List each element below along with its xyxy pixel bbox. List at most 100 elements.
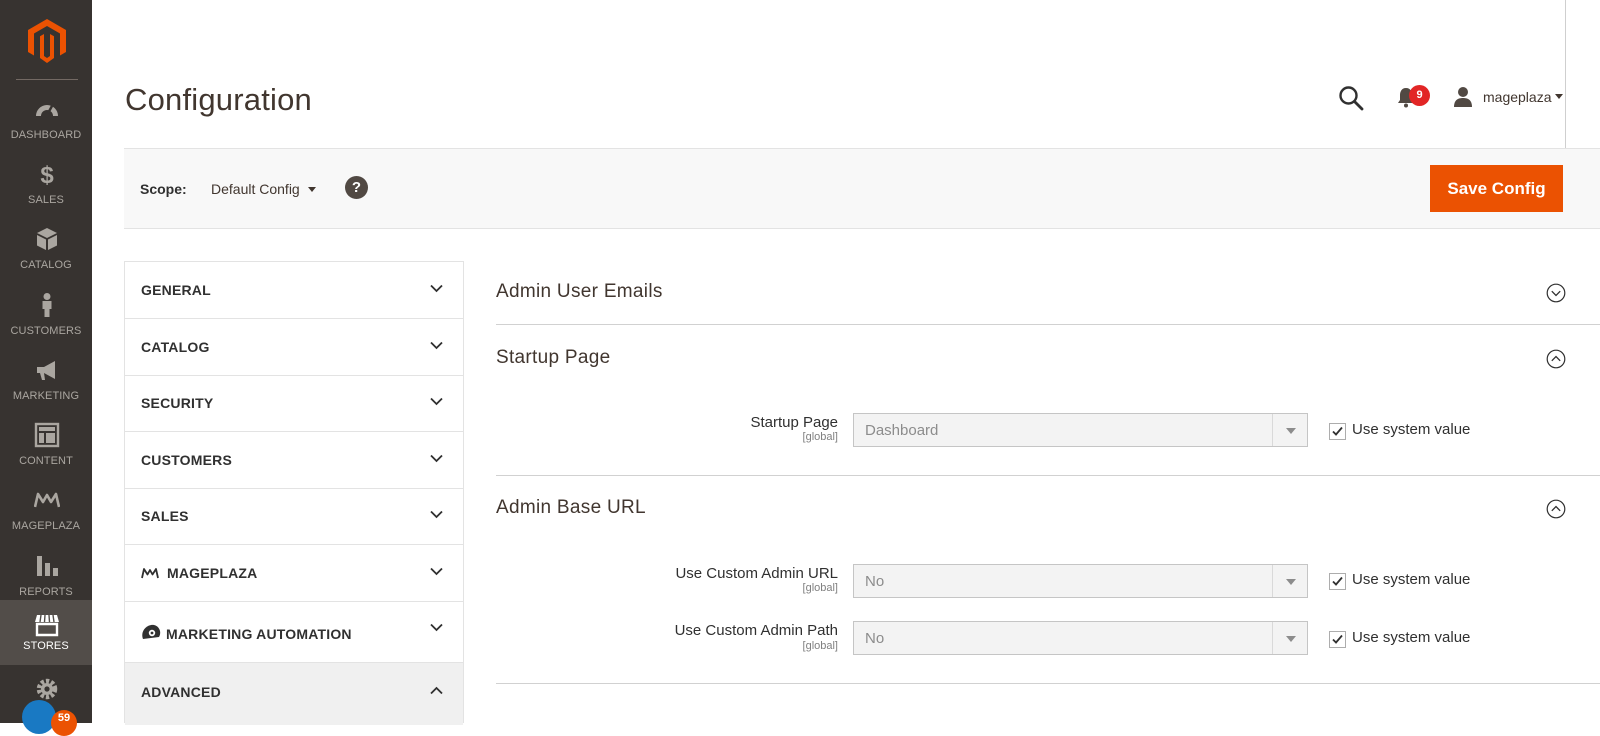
menu-item-label: CATALOG — [20, 259, 72, 271]
startup-page-select[interactable]: Dashboard — [853, 413, 1308, 447]
layout-icon — [34, 422, 60, 448]
field-label-startup-page: Startup Page — [750, 414, 838, 431]
mageplaza-icon — [34, 492, 60, 508]
chevron-down-icon — [1286, 636, 1296, 642]
nav-item-label: ADVANCED — [141, 684, 221, 700]
menu-item-label: MARKETING — [12, 390, 80, 402]
notification-count-badge[interactable]: 9 — [1409, 85, 1430, 106]
select-divider — [1272, 622, 1273, 654]
section-admin-base-url[interactable]: Admin Base URL — [496, 496, 1600, 526]
section-divider — [496, 324, 1600, 325]
user-name[interactable]: mageplaza — [1483, 89, 1552, 105]
user-icon[interactable] — [1452, 86, 1474, 108]
section-title: Admin Base URL — [496, 497, 646, 518]
menu-item-sales[interactable]: $ SALES — [0, 155, 92, 221]
chevron-down-icon — [430, 397, 443, 406]
section-startup-page[interactable]: Startup Page — [496, 346, 1600, 376]
chevron-down-circle-icon[interactable] — [1546, 283, 1566, 303]
menu-item-label: CUSTOMERS — [10, 325, 82, 337]
chevron-up-circle-icon[interactable] — [1546, 349, 1566, 369]
chevron-down-icon[interactable] — [308, 187, 316, 192]
nav-item-label: MARKETING AUTOMATION — [166, 626, 352, 642]
section-divider — [496, 683, 1600, 684]
custom-admin-url-system-value-checkbox[interactable] — [1329, 573, 1346, 590]
menu-item-label: SALES — [28, 194, 64, 206]
field-label-custom-admin-path: Use Custom Admin Path — [674, 622, 838, 639]
chevron-down-icon — [430, 284, 443, 293]
scope-label: Scope: — [140, 181, 187, 197]
magento-logo-icon[interactable] — [27, 18, 67, 64]
system-messages-indicator[interactable] — [22, 700, 56, 734]
nav-item-advanced[interactable]: ADVANCED — [125, 663, 463, 725]
search-icon[interactable] — [1338, 85, 1364, 111]
chevron-down-icon — [430, 454, 443, 463]
system-badge[interactable]: 59 — [51, 710, 77, 736]
section-title: Admin User Emails — [496, 281, 663, 302]
menu-item-marketing[interactable]: MARKETING — [0, 351, 92, 417]
menu-item-customers[interactable]: CUSTOMERS — [0, 286, 92, 352]
nav-item-mageplaza[interactable]: MAGEPLAZA — [125, 545, 463, 602]
nav-item-customers[interactable]: CUSTOMERS — [125, 432, 463, 489]
save-config-button[interactable]: Save Config — [1430, 165, 1563, 212]
section-admin-user-emails[interactable]: Admin User Emails — [496, 280, 1600, 310]
store-icon — [35, 614, 59, 637]
marketing-automation-icon — [142, 624, 161, 639]
gear-icon[interactable] — [34, 676, 60, 702]
select-value: Dashboard — [865, 422, 939, 439]
section-divider — [496, 475, 1600, 476]
nav-item-marketing-automation[interactable]: MARKETING AUTOMATION — [125, 601, 463, 663]
menu-item-label: MAGEPLAZA — [11, 520, 81, 532]
person-icon — [42, 293, 52, 317]
nav-item-sales[interactable]: SALES — [125, 488, 463, 545]
nav-item-general[interactable]: GENERAL — [125, 262, 463, 319]
menu-item-dashboard[interactable]: DASHBOARD — [0, 90, 92, 156]
page-title: Configuration — [125, 82, 312, 117]
startup-page-system-value-label[interactable]: Use system value — [1352, 421, 1470, 438]
chevron-down-icon — [430, 341, 443, 350]
menu-item-label: STORES — [23, 640, 69, 652]
checkmark-icon — [1332, 426, 1343, 436]
select-divider — [1272, 565, 1273, 597]
nav-item-label: SALES — [141, 508, 189, 524]
custom-admin-url-select[interactable]: No — [853, 564, 1308, 598]
select-value: No — [865, 630, 885, 647]
chevron-down-icon — [1286, 428, 1296, 434]
chevron-down-icon — [1286, 579, 1296, 585]
nav-item-catalog[interactable]: CATALOG — [125, 319, 463, 376]
menu-item-catalog[interactable]: CATALOG — [0, 220, 92, 286]
menu-item-stores[interactable]: STORES — [0, 600, 92, 665]
nav-item-label: CATALOG — [141, 339, 210, 355]
menu-item-mageplaza[interactable]: MAGEPLAZA — [0, 481, 92, 547]
startup-page-system-value-checkbox[interactable] — [1329, 423, 1346, 440]
chevron-down-icon[interactable] — [1555, 94, 1563, 99]
field-label-custom-admin-url: Use Custom Admin URL — [675, 565, 838, 582]
menu-item-content[interactable]: CONTENT — [0, 416, 92, 482]
chevron-up-circle-icon[interactable] — [1546, 499, 1566, 519]
bar-chart-icon — [37, 556, 58, 576]
custom-admin-path-select[interactable]: No — [853, 621, 1308, 655]
custom-admin-path-system-value-checkbox[interactable] — [1329, 631, 1346, 648]
help-icon[interactable]: ? — [345, 176, 368, 199]
nav-item-label: SECURITY — [141, 395, 214, 411]
config-sidebar: GENERAL CATALOG SECURITY CUSTOMERS SALES… — [124, 261, 464, 725]
chevron-down-icon — [430, 623, 443, 632]
custom-admin-path-system-value-label[interactable]: Use system value — [1352, 629, 1470, 646]
nav-item-label: CUSTOMERS — [141, 452, 232, 468]
checkmark-icon — [1332, 634, 1343, 644]
chevron-up-icon — [430, 686, 443, 695]
menu-separator — [16, 79, 78, 80]
menu-item-label: DASHBOARD — [10, 129, 82, 141]
chevron-down-icon — [430, 510, 443, 519]
mageplaza-icon — [141, 568, 159, 579]
dollar-icon: $ — [40, 162, 54, 187]
nav-item-label: GENERAL — [141, 282, 211, 298]
select-value: No — [865, 573, 885, 590]
scope-switcher[interactable]: Default Config — [211, 181, 300, 197]
nav-item-security[interactable]: SECURITY — [125, 375, 463, 432]
custom-admin-url-system-value-label[interactable]: Use system value — [1352, 571, 1470, 588]
menu-item-label: CONTENT — [19, 455, 73, 467]
svg-text:$: $ — [40, 162, 54, 187]
field-scope-custom-admin-url: [global] — [802, 582, 838, 594]
chevron-down-icon — [430, 567, 443, 576]
field-scope-custom-admin-path: [global] — [802, 640, 838, 652]
